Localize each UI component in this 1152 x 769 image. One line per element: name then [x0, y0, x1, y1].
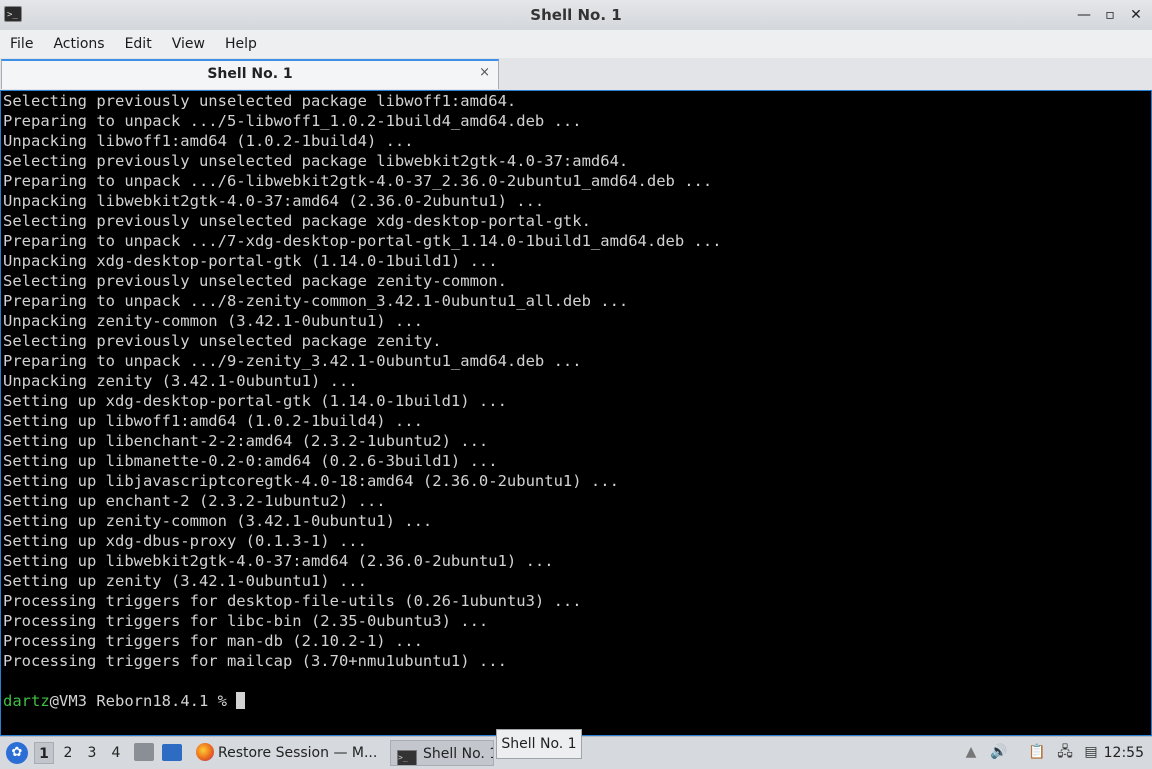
terminal-output[interactable]: Selecting previously unselected package …	[0, 90, 1152, 736]
menu-view[interactable]: View	[162, 30, 215, 58]
clipboard-icon[interactable]: 📋	[1028, 743, 1046, 761]
window-titlebar[interactable]: >_ Shell No. 1 — ▫ ✕	[0, 0, 1152, 31]
terminal-line: Selecting previously unselected package …	[3, 92, 517, 110]
terminal-line: Setting up libwebkit2gtk-4.0-37:amd64 (2…	[3, 552, 554, 570]
prompt-user: dartz	[3, 692, 50, 710]
prompt-host: @VM3 Reborn18.4.1 %	[49, 692, 237, 710]
terminal-line: Selecting previously unselected package …	[3, 332, 442, 350]
terminal-line: Selecting previously unselected package …	[3, 152, 629, 170]
terminal-line: Preparing to unpack .../6-libwebkit2gtk-…	[3, 172, 713, 190]
terminal-line: Processing triggers for man-db (2.10.2-1…	[3, 632, 423, 650]
menu-help[interactable]: Help	[215, 30, 267, 58]
terminal-line: Unpacking zenity (3.42.1-0ubuntu1) ...	[3, 372, 358, 390]
terminal-line: Setting up enchant-2 (2.3.2-1ubuntu2) ..…	[3, 492, 386, 510]
menubar: File Actions Edit View Help	[0, 30, 1152, 58]
terminal-line: Selecting previously unselected package …	[3, 272, 507, 290]
terminal-line: Processing triggers for libc-bin (2.35-0…	[3, 612, 489, 630]
tooltip: Shell No. 1	[496, 729, 582, 759]
terminal-line: Preparing to unpack .../7-xdg-desktop-po…	[3, 232, 722, 250]
network-icon[interactable]: 🖧	[1056, 743, 1074, 761]
terminal-line: Unpacking libwoff1:amd64 (1.0.2-1build4)…	[3, 132, 414, 150]
close-icon[interactable]: ✕	[1128, 7, 1144, 23]
terminal-line: Setting up libenchant-2-2:amd64 (2.3.2-1…	[3, 432, 489, 450]
terminal-line: Setting up libmanette-0.2-0:amd64 (0.2.6…	[3, 452, 498, 470]
menu-actions[interactable]: Actions	[43, 30, 114, 58]
terminal-line: Preparing to unpack .../9-zenity_3.42.1-…	[3, 352, 582, 370]
terminal-line: Setting up libwoff1:amd64 (1.0.2-1build4…	[3, 412, 423, 430]
clock[interactable]: 12:55	[1104, 737, 1144, 769]
terminal-line: Unpacking xdg-desktop-portal-gtk (1.14.0…	[3, 252, 498, 270]
workspace-3[interactable]: 3	[82, 742, 102, 764]
terminal-line: Unpacking libwebkit2gtk-4.0-37:amd64 (2.…	[3, 192, 545, 210]
terminal-line: Selecting previously unselected package …	[3, 212, 591, 230]
window-controls: — ▫ ✕	[1076, 0, 1144, 30]
terminal-line: Setting up libjavascriptcoregtk-4.0-18:a…	[3, 472, 619, 490]
maximize-icon[interactable]: ▫	[1102, 7, 1118, 23]
tab-close-icon[interactable]: ×	[479, 65, 490, 80]
menu-edit[interactable]: Edit	[115, 30, 162, 58]
task-terminal[interactable]: >_ Shell No. 1	[390, 740, 494, 766]
terminal-line: Processing triggers for desktop-file-uti…	[3, 592, 582, 610]
terminal-line: Processing triggers for mailcap (3.70+nm…	[3, 652, 507, 670]
terminal-line: Unpacking zenity-common (3.42.1-0ubuntu1…	[3, 312, 423, 330]
tab-bar: Shell No. 1 ×	[0, 58, 1152, 91]
terminal-line: Setting up xdg-dbus-proxy (0.1.3-1) ...	[3, 532, 367, 550]
terminal-line: Preparing to unpack .../5-libwoff1_1.0.2…	[3, 112, 582, 130]
workspace-2[interactable]: 2	[58, 742, 78, 764]
task-terminal-label: Shell No. 1	[423, 746, 494, 762]
show-desktop-icon[interactable]	[162, 744, 182, 761]
menu-file[interactable]: File	[0, 30, 43, 58]
tab-label: Shell No. 1	[207, 66, 293, 82]
terminal-line: Preparing to unpack .../8-zenity-common_…	[3, 292, 629, 310]
terminal-line: Setting up xdg-desktop-portal-gtk (1.14.…	[3, 392, 507, 410]
firefox-icon	[196, 743, 214, 761]
workspace-1[interactable]: 1	[34, 742, 54, 764]
tray-arrow-icon[interactable]: ▲	[962, 743, 980, 761]
terminal-prompt[interactable]: dartz@VM3 Reborn18.4.1 %	[1, 691, 1151, 711]
terminal-icon: >_	[397, 750, 417, 765]
workspace-4[interactable]: 4	[106, 742, 126, 764]
window-title: Shell No. 1	[530, 6, 622, 24]
notification-icon[interactable]: ▤	[1082, 743, 1100, 761]
minimize-icon[interactable]: —	[1076, 7, 1092, 23]
tab-shell-1[interactable]: Shell No. 1 ×	[1, 59, 499, 89]
cursor	[236, 692, 246, 709]
task-firefox[interactable]: Restore Session — M...	[192, 740, 386, 766]
terminal-line: Setting up zenity-common (3.42.1-0ubuntu…	[3, 512, 433, 530]
start-menu-icon[interactable]: ✿	[6, 742, 28, 764]
terminal-line: Setting up zenity (3.42.1-0ubuntu1) ...	[3, 572, 367, 590]
task-firefox-label: Restore Session — M...	[218, 745, 378, 761]
file-manager-icon[interactable]	[134, 743, 154, 761]
volume-icon[interactable]: 🔊	[990, 743, 1008, 761]
